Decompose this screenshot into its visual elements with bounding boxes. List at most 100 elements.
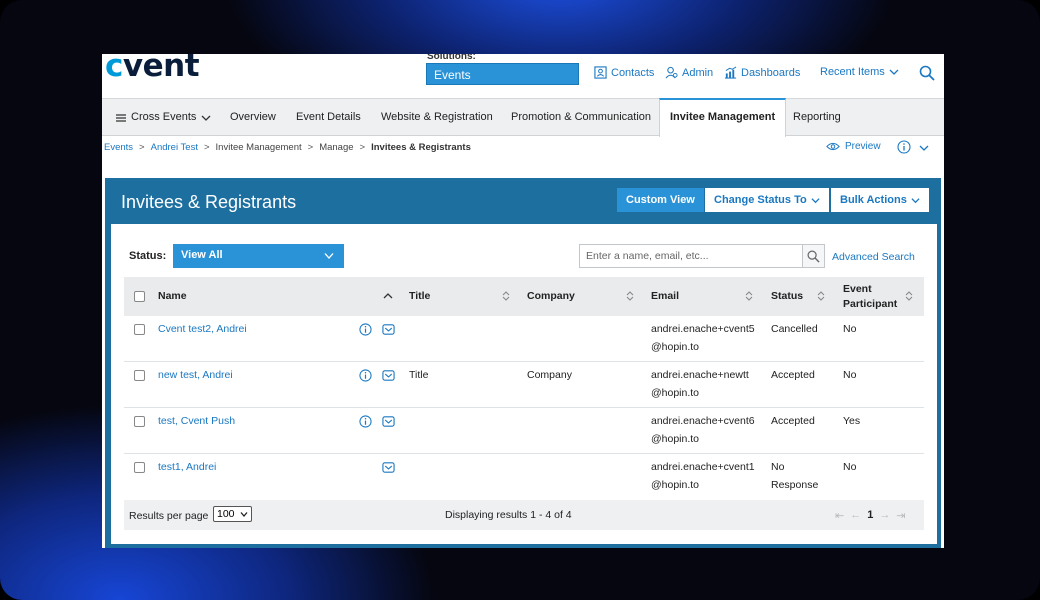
status-filter-select[interactable]: View All [173,244,344,268]
status-line-1: Cancelled [771,323,818,335]
pagination: ⇤ ← 1 → ⇥ [835,509,906,522]
event-participant: Yes [843,415,861,427]
sort-icon[interactable] [816,290,826,302]
select-all-checkbox[interactable] [134,291,145,302]
custom-view-label: Custom View [626,194,695,206]
column-company[interactable]: Company [527,290,575,302]
invitee-name-link[interactable]: test, Cvent Push [158,412,235,430]
sort-ascending-icon[interactable] [383,290,393,302]
email-envelope-icon[interactable] [382,323,395,336]
contacts-label: Contacts [611,66,655,79]
prev-page-icon[interactable]: ← [850,509,861,522]
chevron-down-icon [240,512,248,517]
advanced-search-link[interactable]: Advanced Search [832,251,915,263]
search-input[interactable]: Enter a name, email, etc... [579,244,803,268]
results-per-page-select[interactable]: 100 [213,506,252,522]
breadcrumb: Events > Andrei Test > Invitee Management > Ma… [104,142,471,153]
email-envelope-icon[interactable] [382,461,395,474]
email-line-2: @hopin.to [651,341,700,353]
cross-events-menu[interactable]: Cross Events [116,99,211,136]
column-name[interactable]: Name [158,290,187,302]
tab-promotion-communication[interactable]: Promotion & Communication [511,99,651,136]
event-participant: No [843,323,857,335]
chevron-down-icon[interactable] [919,143,929,153]
breadcrumb-andrei-test[interactable]: Andrei Test [151,142,198,153]
chevron-down-icon [811,197,820,203]
breadcrumb-current: Invitees & Registrants [371,142,471,153]
chevron-down-icon [324,253,334,259]
change-status-button[interactable]: Change Status To [705,188,829,212]
event-participant: No [843,369,857,381]
change-status-label: Change Status To [714,194,807,206]
cross-events-label: Cross Events [131,111,197,123]
tab-invitee-management[interactable]: Invitee Management [659,98,787,137]
first-page-icon[interactable]: ⇤ [835,509,844,522]
column-email[interactable]: Email [651,290,679,302]
dashboards-chart-icon [724,66,737,79]
email-line-2: @hopin.to [651,479,700,491]
tab-overview[interactable]: Overview [230,99,276,136]
email-line-1: andrei.enache+cvent5 [651,323,755,335]
status-filter-value: View All [181,249,223,261]
status-line-1: No [771,461,785,473]
email-line-1: andrei.enache+cvent6 [651,415,755,427]
contacts-icon [594,66,607,79]
email-envelope-icon[interactable] [382,415,395,428]
panel-body: Status: View All Enter a name, email, et… [111,224,937,544]
column-status[interactable]: Status [771,290,803,302]
sort-icon[interactable] [501,290,511,302]
solutions-select[interactable]: Events [426,63,579,85]
breadcrumb-invitee-management: Invitee Management [215,142,302,153]
bulk-actions-button[interactable]: Bulk Actions [831,188,929,212]
status-line-1: Accepted [771,369,815,381]
invitee-name-link[interactable]: Cvent test2, Andrei [158,320,247,338]
next-page-icon[interactable]: → [879,509,890,522]
sort-icon[interactable] [625,290,635,302]
search-button[interactable] [803,244,825,268]
breadcrumb-separator: > [203,142,210,153]
sort-icon[interactable] [744,290,754,302]
chevron-down-icon [889,69,899,75]
table-header: Name Title Company Email Status Event Pa… [124,277,924,316]
tab-event-details[interactable]: Event Details [296,99,361,136]
row-checkbox[interactable] [134,370,145,381]
sort-icon[interactable] [904,290,914,302]
recent-items-link[interactable]: Recent Items [820,66,899,78]
contacts-link[interactable]: Contacts [594,66,654,79]
cvent-logo[interactable]: cvent [105,54,200,84]
preview-link[interactable]: Preview [826,141,881,152]
dashboards-label: Dashboards [741,66,801,79]
status-label: Status: [129,250,167,262]
invitee-email: andrei.enache+cvent6 @hopin.to [651,412,755,448]
status-line-1: Accepted [771,415,815,427]
info-icon[interactable] [359,323,372,336]
admin-link[interactable]: Admin [665,66,713,79]
chevron-down-icon [911,197,920,203]
row-checkbox[interactable] [134,462,145,473]
email-envelope-icon[interactable] [382,369,395,382]
info-icon[interactable] [359,369,372,382]
invitee-name-link[interactable]: test1, Andrei [158,458,216,476]
eye-icon [826,142,840,151]
row-checkbox[interactable] [134,416,145,427]
invitee-name-link[interactable]: new test, Andrei [158,366,233,384]
last-page-icon[interactable]: ⇥ [896,509,905,522]
invitee-status: Accepted [771,412,815,430]
info-icon[interactable] [897,140,911,154]
table-row: test, Cvent Push andrei.enache+cvent6 @ho… [124,408,924,454]
search-icon[interactable] [919,65,935,81]
row-checkbox[interactable] [134,324,145,335]
tab-website-registration[interactable]: Website & Registration [381,99,493,136]
current-page[interactable]: 1 [867,509,873,522]
breadcrumb-events[interactable]: Events [104,142,133,153]
column-title[interactable]: Title [409,290,430,302]
breadcrumb-separator: > [307,142,314,153]
info-icon[interactable] [359,415,372,428]
custom-view-button[interactable]: Custom View [617,188,704,212]
event-participant: No [843,461,857,473]
table-row: test1, Andrei andrei.enache+cvent1 @hopin… [124,454,924,500]
column-event-participant[interactable]: Event Participant [843,282,907,312]
tab-reporting[interactable]: Reporting [793,99,841,136]
invitee-status: Accepted [771,366,815,384]
dashboards-link[interactable]: Dashboards [724,66,800,79]
